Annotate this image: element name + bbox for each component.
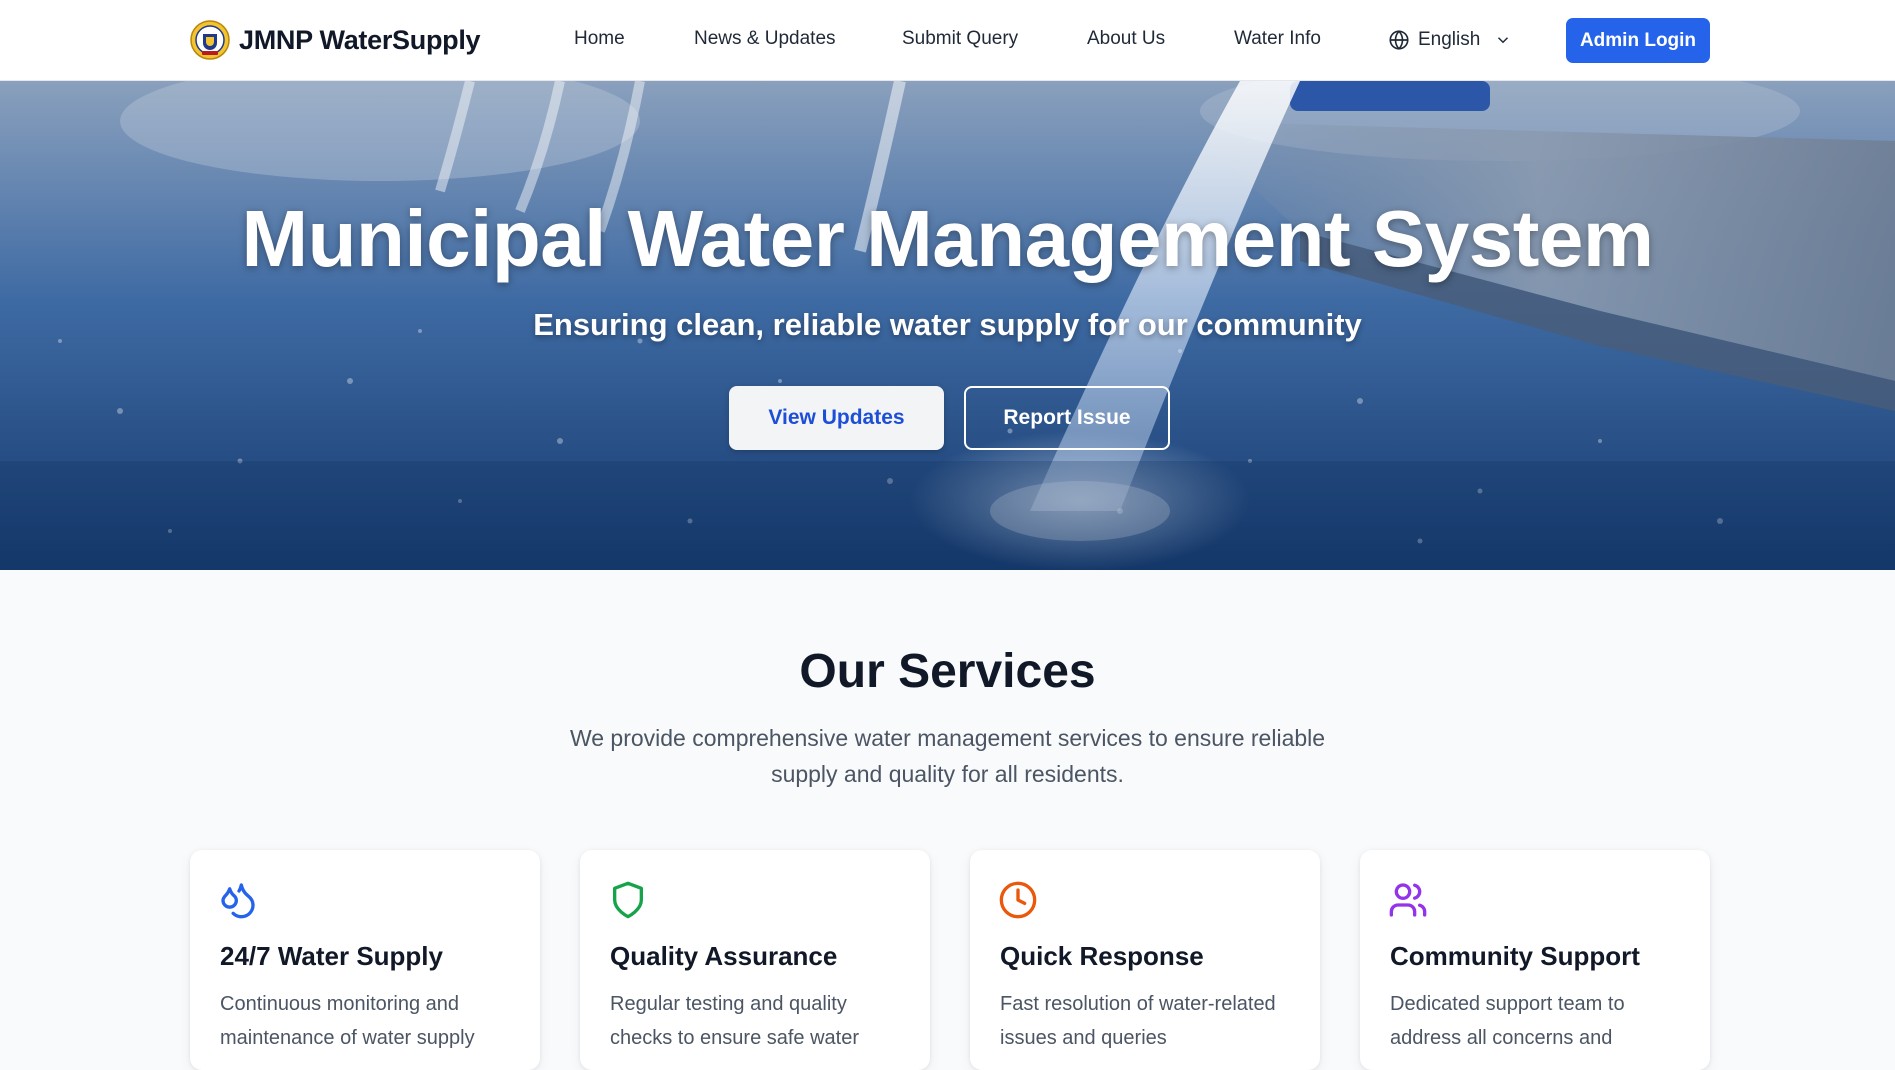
nav-link-home[interactable]: Home <box>574 28 625 50</box>
top-navbar: JMNP WaterSupply Home News & Updates Sub… <box>0 0 1895 81</box>
services-description: We provide comprehensive water managemen… <box>569 725 1326 787</box>
service-card-text: Continuous monitoring and maintenance of… <box>220 993 475 1049</box>
report-issue-button[interactable]: Report Issue <box>964 386 1170 450</box>
nav-link-about-us[interactable]: About Us <box>1087 28 1165 50</box>
language-selector[interactable]: English <box>1388 25 1512 55</box>
hero-subtitle: Ensuring clean, reliable water supply fo… <box>533 307 1362 342</box>
service-card-title: Quick Response <box>1000 941 1204 971</box>
hero-title: Municipal Water Management System <box>241 194 1654 283</box>
water-droplets-icon <box>221 883 255 919</box>
brand[interactable]: JMNP WaterSupply <box>190 18 481 62</box>
service-card-title: Quality Assurance <box>610 941 838 971</box>
service-card-title: Community Support <box>1390 941 1640 971</box>
service-card-quality: Quality Assurance Regular testing and qu… <box>580 850 930 1070</box>
service-card-water-supply: 24/7 Water Supply Continuous monitoring … <box>190 850 540 1070</box>
service-card-text: Regular testing and quality checks to en… <box>610 993 860 1049</box>
service-card-text: Dedicated support team to address all co… <box>1390 993 1625 1049</box>
view-updates-button[interactable]: View Updates <box>729 386 944 450</box>
clock-icon <box>999 881 1037 919</box>
nav-link-submit-query[interactable]: Submit Query <box>902 28 1018 50</box>
services-title: Our Services <box>799 645 1096 698</box>
chevron-down-icon <box>1498 37 1509 44</box>
service-card-title: 24/7 Water Supply <box>220 941 443 971</box>
service-card-text: Fast resolution of water-related issues … <box>1000 993 1276 1049</box>
hero-banner: Municipal Water Management System Ensuri… <box>0 81 1895 570</box>
nav-link-news-updates[interactable]: News & Updates <box>694 28 836 50</box>
service-card-community: Community Support Dedicated support team… <box>1360 850 1710 1070</box>
municipal-emblem-icon <box>190 20 230 60</box>
admin-login-button[interactable]: Admin Login <box>1566 18 1710 63</box>
shield-icon <box>613 881 643 919</box>
brand-name: JMNP WaterSupply <box>239 24 481 55</box>
language-label: English <box>1418 29 1481 50</box>
nav-link-water-info[interactable]: Water Info <box>1234 28 1321 50</box>
globe-icon <box>1389 30 1409 50</box>
service-card-quick-response: Quick Response Fast resolution of water-… <box>970 850 1320 1070</box>
users-icon <box>1389 883 1427 917</box>
